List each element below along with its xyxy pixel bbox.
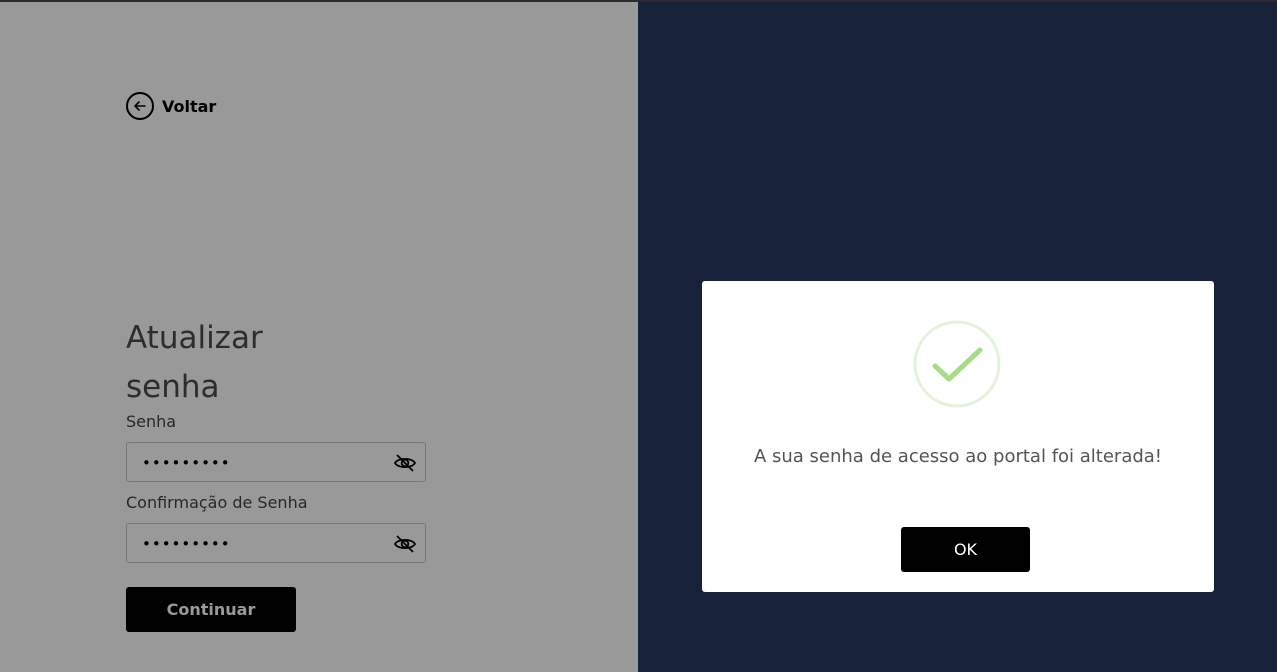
check-circle-icon [913, 320, 1001, 408]
ok-button[interactable]: OK [901, 527, 1030, 572]
success-dialog: A sua senha de acesso ao portal foi alte… [702, 281, 1214, 592]
success-message: A sua senha de acesso ao portal foi alte… [753, 446, 1163, 467]
